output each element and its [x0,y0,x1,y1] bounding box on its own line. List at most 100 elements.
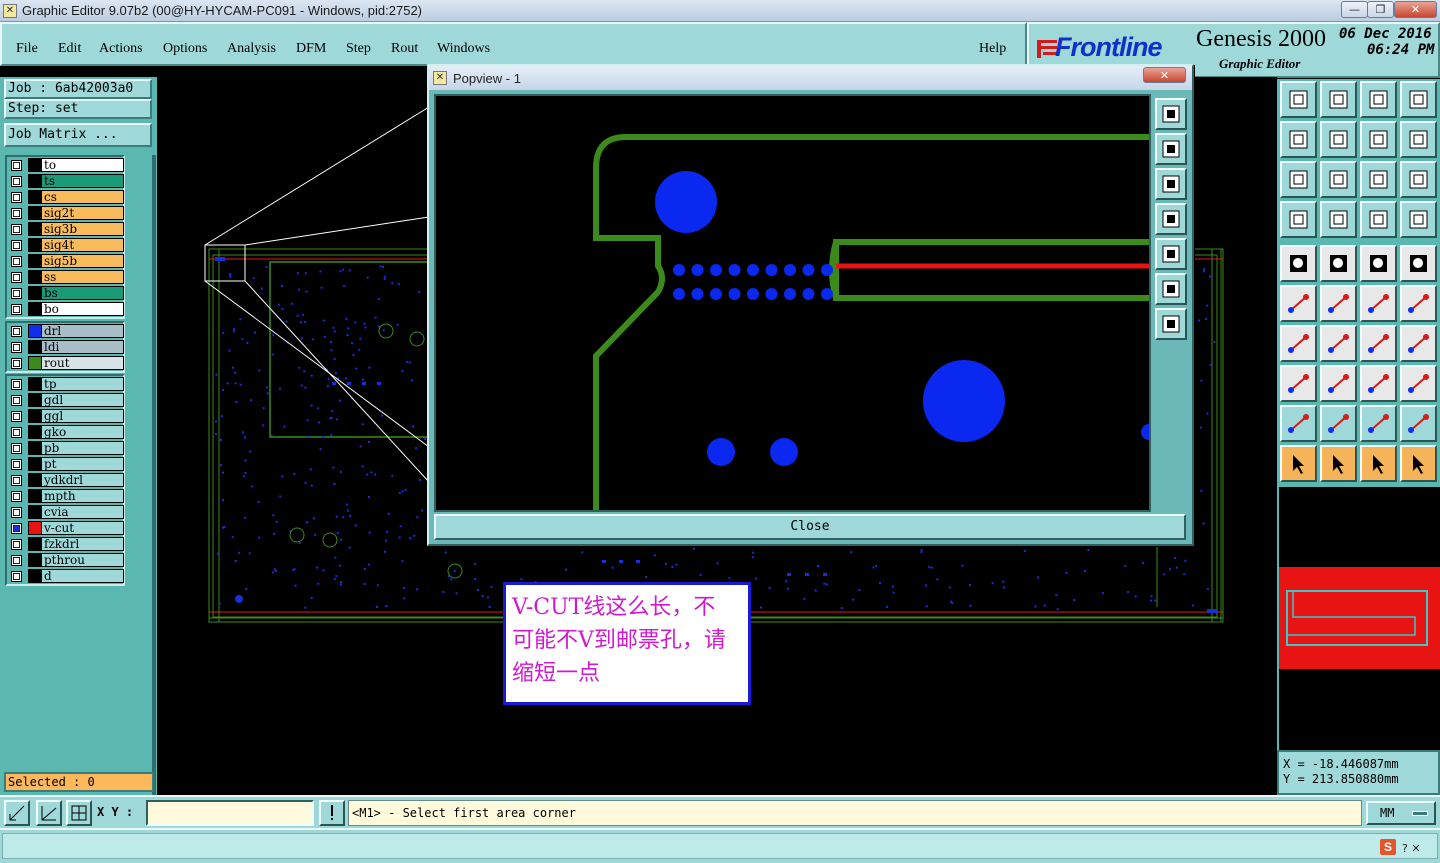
menu-edit[interactable]: Edit [58,41,81,57]
layer-row-gdl[interactable]: gdl [7,392,124,408]
layer-row-ydkdrl[interactable]: ydkdrl [7,472,124,488]
slash-icon[interactable] [1320,325,1357,362]
layer-checkbox[interactable] [11,191,22,203]
scale-icon[interactable] [1360,161,1397,198]
layer-row-ldi[interactable]: ldi [7,339,124,355]
layer-row-gko[interactable]: gko [7,424,124,440]
layer-row-d[interactable]: d [7,568,124,584]
layer-row-to[interactable]: to [7,157,124,173]
tri3-icon[interactable] [1360,405,1397,442]
layer-name[interactable]: ts [41,174,124,188]
layer-row-fzkdrl[interactable]: fzkdrl [7,536,124,552]
layer-checkbox[interactable] [11,287,22,299]
popview-close-x-button[interactable]: ✕ [1143,67,1186,83]
layer-row-pthrou[interactable]: pthrou [7,552,124,568]
layer-red2-icon[interactable] [1400,201,1437,238]
split-view-icon[interactable] [1400,81,1437,118]
move-right-icon[interactable] [1320,121,1357,158]
layer-name[interactable]: pthrou [41,553,124,567]
tri2-icon[interactable] [1320,405,1357,442]
menu-actions[interactable]: Actions [99,41,143,57]
pointer-icon[interactable] [1280,445,1317,482]
layer-checkbox[interactable] [11,341,22,353]
layer-row-sig3b[interactable]: sig3b [7,221,124,237]
layer-row-cs[interactable]: cs [7,189,124,205]
layer-checkbox[interactable] [11,325,22,337]
ime-icon[interactable]: S [1380,839,1396,855]
overview-map[interactable] [1277,487,1440,750]
layer-row-ts[interactable]: ts [7,173,124,189]
layer-checkbox[interactable] [11,490,22,502]
layer-checkbox[interactable] [11,223,22,235]
red-line-icon[interactable] [1320,365,1357,402]
layer-row-pb[interactable]: pb [7,440,124,456]
help-icon[interactable] [1400,161,1437,198]
pad-icon[interactable] [1280,245,1317,282]
layer-row-rout[interactable]: rout [7,355,124,371]
layer-name[interactable]: gdl [41,393,124,407]
menu-file[interactable]: File [16,41,38,57]
layer-name[interactable]: mpth [41,489,124,503]
layer-checkbox[interactable] [11,394,22,406]
shape-icon[interactable] [1400,365,1437,402]
layer-name[interactable]: sig5b [41,254,124,268]
drill-icon[interactable] [1320,245,1357,282]
popview-fit-icon[interactable] [1155,98,1187,130]
ruler-icon[interactable] [1360,245,1397,282]
layer-name[interactable]: bo [41,302,124,316]
layer-row-mpth[interactable]: mpth [7,488,124,504]
layer-row-ss[interactable]: ss [7,269,124,285]
layer-checkbox[interactable] [11,442,22,454]
layer-row-pt[interactable]: pt [7,456,124,472]
layer-name[interactable]: ydkdrl [41,473,124,487]
layer-checkbox[interactable] [11,378,22,390]
connect-icon[interactable] [1280,285,1317,322]
circle-pad-icon[interactable] [1400,245,1437,282]
layer-row-drl[interactable]: drl [7,323,124,339]
tri4-icon[interactable] [1400,405,1437,442]
menu-analysis[interactable]: Analysis [227,41,276,57]
layer-name[interactable]: pb [41,441,124,455]
units-select[interactable]: MM [1366,801,1436,825]
restore-button[interactable]: ❐ [1367,1,1394,18]
layer-name[interactable]: gko [41,425,124,439]
zoom-center-icon[interactable] [1320,161,1357,198]
layer-row-sig5b[interactable]: sig5b [7,253,124,269]
popview-bottom-icon[interactable] [1155,168,1187,200]
layer-checkbox[interactable] [11,175,22,187]
menu-options[interactable]: Options [163,41,207,57]
popview-top-icon[interactable] [1155,133,1187,165]
popview-right-icon[interactable] [1155,238,1187,270]
fit-icon[interactable] [1280,161,1317,198]
layer-name[interactable]: bs [41,286,124,300]
close-window-button[interactable]: ✕ [1394,1,1437,18]
layer-name[interactable]: drl [41,324,124,338]
layer-checkbox[interactable] [11,474,22,486]
menu-windows[interactable]: Windows [437,41,490,57]
layer-checkbox[interactable] [11,570,22,582]
measure-icon[interactable] [1280,201,1317,238]
layer-name[interactable]: d [41,569,124,583]
dim-icon[interactable] [1360,365,1397,402]
popview-canvas[interactable] [434,94,1151,512]
select-top-icon[interactable] [1280,81,1317,118]
layer-checkbox[interactable] [11,522,22,534]
grid-snap-icon[interactable] [66,800,92,826]
layer-name[interactable]: tp [41,377,124,391]
menu-help[interactable]: Help [979,41,1006,57]
layer-checkbox[interactable] [11,426,22,438]
layer-name[interactable]: cs [41,190,124,204]
minimize-button[interactable]: — [1341,1,1368,18]
alert-icon[interactable] [319,800,345,826]
resize-icon[interactable] [4,800,30,826]
layer-checkbox[interactable] [11,458,22,470]
layer-name[interactable]: rout [41,356,124,370]
layer-checkbox[interactable] [11,303,22,315]
mirror-icon[interactable] [1360,121,1397,158]
menu-rout[interactable]: Rout [391,41,418,57]
pointer-circle-icon[interactable] [1360,445,1397,482]
layer-row-sig2t[interactable]: sig2t [7,205,124,221]
layer-name[interactable]: fzkdrl [41,537,124,551]
layer-name[interactable]: v-cut [41,521,124,535]
layer-checkbox[interactable] [11,239,22,251]
